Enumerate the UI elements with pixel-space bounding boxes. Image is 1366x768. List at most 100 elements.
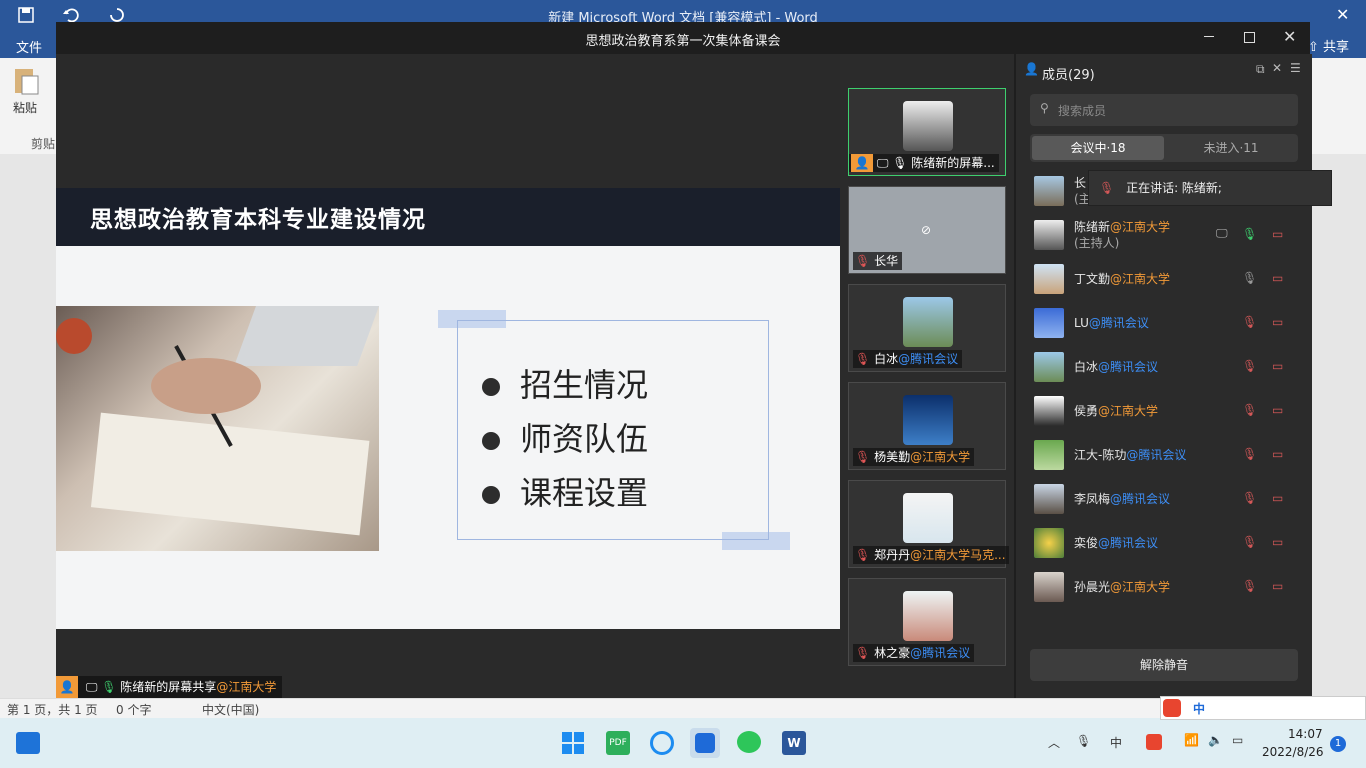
paste-label[interactable]: 粘贴 [13, 99, 37, 116]
camera-off-icon: ⊘ [921, 223, 932, 237]
ime-indicator[interactable]: 中 [1110, 734, 1122, 751]
avatar [903, 297, 953, 347]
popout-icon[interactable]: ⧉ [1256, 62, 1265, 77]
camera-off-icon[interactable]: ▭ [1272, 359, 1290, 373]
host-icon: 👤 [56, 676, 78, 698]
mic-muted-icon[interactable]: 🎙 [1242, 447, 1257, 461]
member-row[interactable]: 李凤梅@腾讯会议 🎙 ▭ [1034, 478, 1296, 518]
mic-muted-icon[interactable]: 🎙 [1242, 403, 1257, 417]
start-icon[interactable] [562, 732, 584, 754]
video-tile[interactable]: 🎙 白冰@腾讯会议 [848, 284, 1006, 372]
members-icon: 👤 [1024, 62, 1039, 76]
camera-off-icon[interactable]: ▭ [1272, 315, 1290, 329]
share-caption-name: 陈绪新的屏幕共享 [120, 680, 217, 694]
member-row[interactable]: 白冰@腾讯会议 🎙 ▭ [1034, 346, 1296, 386]
panel-menu-icon[interactable]: ☰ [1290, 61, 1301, 75]
video-tile-caption: 👤 🖵 🎙 陈绪新的屏幕... [849, 154, 999, 172]
avatar [903, 395, 953, 445]
meeting-title: 思想政治教育系第一次集体备课会 [585, 34, 781, 49]
slide-bullet-list: 招生情况 师资队伍 课程设置 [482, 360, 648, 522]
mic-muted-icon[interactable]: 🎙 [1242, 491, 1257, 505]
paste-icon[interactable] [12, 66, 40, 96]
pdf-app-icon[interactable]: PDF [606, 731, 630, 755]
avatar [1034, 484, 1064, 514]
meeting-app-icon[interactable] [690, 728, 720, 758]
camera-off-icon[interactable]: ▭ [1272, 535, 1290, 549]
video-tile[interactable]: 🎙 郑丹丹@江南大学马克... [848, 480, 1009, 568]
member-name: 江大-陈功@腾讯会议 [1074, 448, 1187, 462]
word-app-icon[interactable]: W [782, 731, 806, 755]
tray-chevron-icon[interactable]: ︿ [1048, 734, 1060, 751]
camera-off-icon[interactable]: ▭ [1272, 447, 1290, 461]
mic-active-icon[interactable]: 🎙 [1242, 227, 1257, 241]
mic-muted-icon[interactable]: 🎙 [1242, 359, 1257, 373]
camera-off-icon[interactable]: ▭ [1272, 227, 1290, 241]
word-close-icon[interactable]: ✕ [1336, 5, 1349, 24]
video-tile[interactable]: 🎙 林之豪@腾讯会议 [848, 578, 1006, 666]
camera-off-icon[interactable]: ▭ [1272, 491, 1290, 505]
wechat-icon[interactable] [737, 731, 761, 753]
tab-not-joined[interactable]: 未进入·11 [1166, 136, 1296, 160]
member-row[interactable]: 丁文勤@江南大学 🎙 ▭ [1034, 258, 1296, 298]
search-app-icon[interactable] [650, 731, 674, 755]
clock-date[interactable]: 2022/8/26 [1262, 745, 1324, 759]
minimize-icon[interactable] [1204, 36, 1214, 37]
mic-muted-icon: 🎙 [855, 254, 871, 268]
widgets-icon[interactable] [16, 732, 40, 754]
status-page: 第 1 页，共 1 页 [7, 703, 98, 717]
mic-icon: 🎙 [892, 156, 908, 170]
tab-in-meeting[interactable]: 会议中·18 [1032, 136, 1164, 160]
mic-muted-icon: 🎙 [855, 646, 871, 660]
battery-icon[interactable]: ▭ [1232, 733, 1243, 747]
sogou-icon[interactable] [1146, 734, 1162, 750]
avatar [1034, 308, 1064, 338]
mic-muted-icon: 🎙 [855, 352, 871, 366]
video-tile[interactable]: 🎙 杨美勤@江南大学 [848, 382, 1006, 470]
tile-name: 陈绪新的屏幕... [911, 156, 995, 170]
clock-time[interactable]: 14:07 [1288, 727, 1323, 741]
sogou-logo-icon [1163, 699, 1181, 717]
maximize-icon[interactable] [1244, 32, 1255, 43]
video-tiles-column: 👤 🖵 🎙 陈绪新的屏幕... ⊘ 🎙 长华 🎙 白冰@腾讯会议 🎙 杨美勤@江… [840, 54, 1014, 698]
speaking-text: 正在讲话: 陈绪新; [1126, 181, 1222, 195]
file-tab[interactable]: 文件 [16, 37, 42, 56]
member-search[interactable]: ⚲ 搜索成员 [1030, 94, 1298, 126]
avatar [903, 591, 953, 641]
member-row[interactable]: LU@腾讯会议 🎙 ▭ [1034, 302, 1296, 342]
notification-badge[interactable]: 1 [1330, 736, 1346, 752]
member-row[interactable]: 侯勇@江南大学 🎙 ▭ [1034, 390, 1296, 430]
bullet-dot [482, 378, 500, 396]
video-tile[interactable]: ⊘ 🎙 长华 [848, 186, 1006, 274]
ime-toolbar[interactable]: 中 [1160, 696, 1366, 720]
close-icon[interactable]: ✕ [1283, 27, 1296, 46]
mic-muted-icon[interactable]: 🎙 [1242, 535, 1257, 549]
unmute-button[interactable]: 解除静音 [1030, 649, 1298, 681]
panel-close-icon[interactable]: ✕ [1272, 61, 1282, 75]
mic-muted-icon: 🎙 [855, 548, 871, 562]
video-tile[interactable]: 👤 🖵 🎙 陈绪新的屏幕... [848, 88, 1006, 176]
mic-muted-icon[interactable]: 🎙 [1242, 579, 1257, 593]
member-row[interactable]: 江大-陈功@腾讯会议 🎙 ▭ [1034, 434, 1296, 474]
avatar [1034, 220, 1064, 250]
tile-name: 白冰 [874, 352, 899, 366]
mic-icon[interactable]: 🎙 [1242, 271, 1257, 285]
avatar [1034, 264, 1064, 294]
tray-mic-icon[interactable]: 🎙 [1076, 734, 1091, 748]
bullet-text: 课程设置 [520, 474, 649, 512]
member-row[interactable]: 陈绪新@江南大学 (主持人) 🖵 🎙 ▭ [1034, 214, 1296, 254]
volume-icon[interactable]: 🔈 [1208, 733, 1223, 747]
video-tile-caption: 🎙 林之豪@腾讯会议 [853, 644, 975, 662]
clipboard-group-label: 剪贴 [31, 137, 56, 151]
slide-bullet: 招生情况 [482, 360, 648, 414]
camera-off-icon[interactable]: ▭ [1272, 403, 1290, 417]
share-caption: 👤 🖵 🎙 陈绪新的屏幕共享@江南大学 [56, 676, 283, 698]
tile-name: 林之豪 [874, 646, 911, 660]
mic-muted-icon[interactable]: 🎙 [1242, 315, 1257, 329]
wifi-icon[interactable]: 📶 [1184, 733, 1199, 747]
camera-off-icon[interactable]: ▭ [1272, 579, 1290, 593]
share-button[interactable]: ⇧ 共享 [1308, 36, 1349, 55]
member-row[interactable]: 栾俊@腾讯会议 🎙 ▭ [1034, 522, 1296, 562]
member-row[interactable]: 孙晨光@江南大学 🎙 ▭ [1034, 566, 1296, 606]
slide-photo [56, 306, 379, 551]
camera-off-icon[interactable]: ▭ [1272, 271, 1290, 285]
